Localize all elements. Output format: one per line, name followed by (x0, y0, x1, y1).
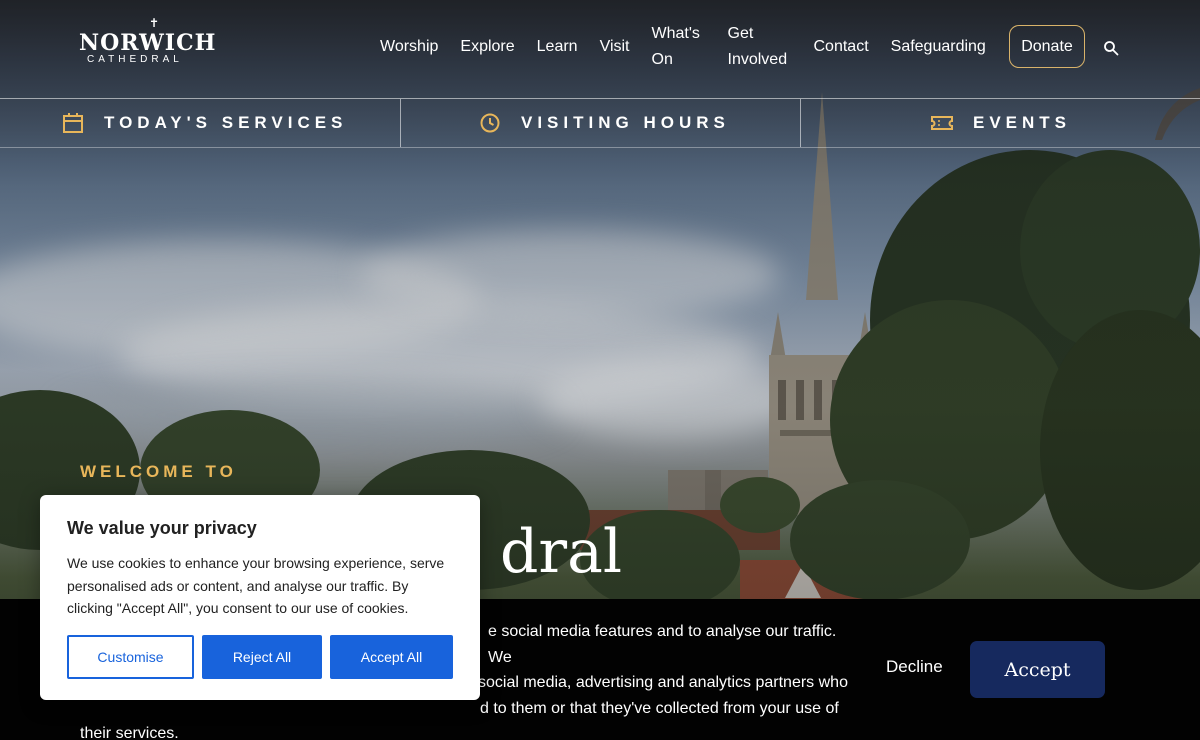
search-icon[interactable] (1103, 40, 1119, 56)
privacy-modal: We value your privacy We use cookies to … (40, 495, 480, 700)
privacy-modal-title: We value your privacy (67, 518, 257, 538)
nav-item-worship[interactable]: Worship (380, 34, 438, 60)
site-logo[interactable]: ✝ NORWICH CATHEDRAL (79, 16, 219, 66)
accept-all-button[interactable]: Accept All (330, 635, 453, 679)
nav-item-safeguarding[interactable]: Safeguarding (891, 34, 986, 60)
accept-button[interactable]: Accept (970, 641, 1105, 698)
quick-link-visiting-hours[interactable]: VISITING HOURS (401, 99, 801, 147)
reject-all-button[interactable]: Reject All (202, 635, 322, 679)
nav-item-visit[interactable]: Visit (600, 34, 630, 60)
hero-title-visible: dral (500, 517, 623, 587)
hero-welcome-text: WELCOME TO (80, 462, 237, 481)
ticket-icon (931, 116, 953, 130)
quick-links-bar: TODAY'S SERVICES VISITING HOURS EVENTS (0, 98, 1200, 148)
nav-item-learn[interactable]: Learn (537, 34, 578, 60)
nav-item-get-involved[interactable]: Get Involved (728, 21, 792, 73)
decline-button[interactable]: Decline (886, 657, 943, 677)
main-navigation: Worship Explore Learn Visit What's On Ge… (380, 20, 1008, 74)
donate-button[interactable]: Donate (1009, 25, 1085, 68)
calendar-icon (63, 113, 83, 133)
nav-item-explore[interactable]: Explore (460, 34, 514, 60)
clock-icon (480, 113, 500, 133)
quick-link-label: VISITING HOURS (521, 113, 730, 132)
nav-item-contact[interactable]: Contact (814, 34, 869, 60)
cross-icon: ✝ (149, 16, 160, 30)
quick-link-label: EVENTS (973, 113, 1072, 132)
quick-link-todays-services[interactable]: TODAY'S SERVICES (0, 99, 401, 147)
cookie-banner-line: their services. (80, 725, 179, 740)
logo-subtitle: CATHEDRAL (87, 54, 183, 65)
quick-link-label: TODAY'S SERVICES (104, 113, 348, 132)
logo-wordmark: NORWICH (79, 30, 217, 56)
customise-button[interactable]: Customise (67, 635, 194, 679)
privacy-modal-body: We use cookies to enhance your browsing … (67, 555, 445, 616)
quick-link-events[interactable]: EVENTS (801, 99, 1200, 147)
nav-item-whats-on[interactable]: What's On (652, 21, 706, 73)
